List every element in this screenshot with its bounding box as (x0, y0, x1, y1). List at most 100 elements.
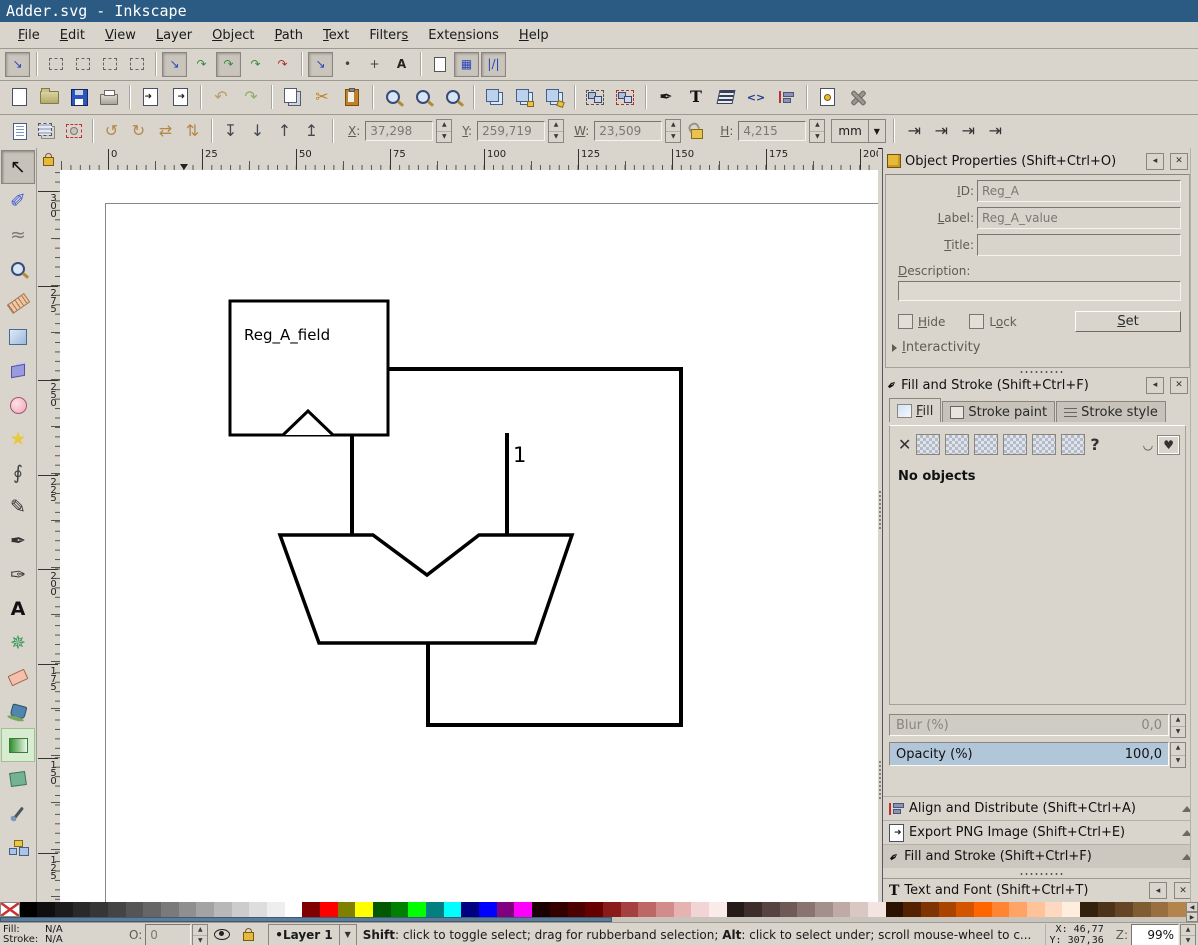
snap-nodes-button[interactable]: ↘ (162, 52, 187, 77)
rectangle-tool[interactable] (1, 320, 35, 354)
palette-swatch[interactable] (868, 902, 886, 917)
box3d-tool[interactable] (1, 354, 35, 388)
palette-swatch[interactable] (532, 902, 550, 917)
snap-others-button[interactable]: ↘ (308, 52, 333, 77)
copy-button[interactable] (278, 83, 306, 111)
palette-scroll-left-button[interactable]: ◀ (1186, 902, 1198, 912)
linear-gradient-button[interactable] (945, 434, 969, 455)
radial-gradient-button[interactable] (974, 434, 998, 455)
palette-swatch[interactable] (232, 902, 250, 917)
palette-swatch[interactable] (73, 902, 91, 917)
flip-vertical-button[interactable]: ⇅ (180, 119, 205, 144)
palette-swatch[interactable] (373, 902, 391, 917)
palette-swatch[interactable] (497, 902, 515, 917)
fill-rule-evenodd-button[interactable]: ◡ (1143, 439, 1153, 451)
label-field[interactable] (977, 207, 1181, 229)
align-distribute-dialog-button[interactable] (772, 83, 800, 111)
constant-one-label[interactable]: 1 (513, 443, 526, 467)
palette-swatch[interactable] (921, 902, 939, 917)
mesh-tool[interactable] (1, 762, 35, 796)
lock-checkbox[interactable] (969, 314, 984, 329)
zoom-field[interactable] (1131, 924, 1179, 945)
palette-swatch[interactable] (621, 902, 639, 917)
bucket-tool[interactable] (1, 694, 35, 728)
opacity-field-spinner[interactable]: ▲▼ (192, 924, 208, 945)
tab-stroke-style[interactable]: Stroke style (1056, 401, 1166, 422)
palette-swatch[interactable] (108, 902, 126, 917)
close-panel-button[interactable]: ✕ (1170, 377, 1188, 394)
ellipse-tool[interactable] (1, 388, 35, 422)
palette-swatch[interactable] (391, 902, 409, 917)
palette-swatch[interactable] (179, 902, 197, 917)
snap-cusp-nodes-button[interactable]: ↷ (243, 52, 268, 77)
text-tool[interactable]: A (1, 592, 35, 626)
palette-swatch[interactable] (267, 902, 285, 917)
interactivity-expander[interactable]: Interactivity (892, 340, 1189, 355)
palette-swatch[interactable] (143, 902, 161, 917)
palette-swatch[interactable] (126, 902, 144, 917)
snap-bounding-boxes-button[interactable] (43, 52, 68, 77)
import-button[interactable] (136, 83, 164, 111)
gradient-tool[interactable] (1, 728, 35, 762)
palette-swatch[interactable] (797, 902, 815, 917)
zoom-selection-button[interactable] (379, 83, 407, 111)
palette-swatch[interactable] (550, 902, 568, 917)
select-all-button[interactable] (7, 119, 32, 144)
palette-swatch[interactable] (603, 902, 621, 917)
reg-a-field-label[interactable]: Reg_A_field (244, 326, 330, 345)
dock-scrollbar[interactable] (1190, 148, 1198, 902)
raise-to-top-button[interactable]: ↥ (299, 119, 324, 144)
unknown-paint-button[interactable] (1061, 434, 1085, 455)
palette-swatch[interactable] (196, 902, 214, 917)
palette-swatch[interactable] (37, 902, 55, 917)
select-all-layers-button[interactable] (34, 119, 59, 144)
dock-bar-text-font[interactable]: T Text and Font (Shift+Ctrl+T) ◂ ✕ (883, 878, 1198, 902)
palette-swatch[interactable] (727, 902, 745, 917)
palette-scroll-right-button[interactable]: ▶ (1186, 912, 1198, 922)
canvas[interactable]: Reg_A_field 1 (60, 170, 878, 902)
fill-rule-nonzero-button[interactable]: ♥ (1158, 436, 1179, 454)
selector-tool[interactable]: ↖ (1, 150, 35, 184)
set-button[interactable]: Set (1075, 311, 1181, 332)
zoom-spinner[interactable]: ▲▼ (1180, 924, 1196, 945)
paste-button[interactable] (338, 83, 366, 111)
xml-editor-button[interactable]: <> (742, 83, 770, 111)
save-document-button[interactable] (65, 83, 93, 111)
layers-dialog-button[interactable] (712, 83, 740, 111)
palette-swatch[interactable] (355, 902, 373, 917)
calligraphy-tool[interactable]: ✑ (1, 558, 35, 592)
move-patterns-toggle-button[interactable]: ⇥ (983, 119, 1008, 144)
w-spinner[interactable]: ▲▼ (665, 119, 681, 143)
pattern-button[interactable] (1003, 434, 1027, 455)
palette-swatch[interactable] (1098, 902, 1116, 917)
x-field[interactable] (365, 121, 433, 141)
menu-filters[interactable]: Filters (359, 25, 418, 46)
palette-swatch[interactable] (302, 902, 320, 917)
palette-swatch[interactable] (585, 902, 603, 917)
panel-drag-handle[interactable] (1019, 872, 1063, 876)
move-corners-toggle-button[interactable]: ⇥ (929, 119, 954, 144)
palette-swatch[interactable] (1080, 902, 1098, 917)
menu-extensions[interactable]: Extensions (418, 25, 509, 46)
vertical-ruler[interactable]: 300275250225200175150125 (37, 170, 61, 902)
h-spinner[interactable]: ▲▼ (809, 119, 825, 143)
no-paint-button[interactable]: ✕ (898, 437, 911, 453)
title-bar[interactable]: Adder.svg - Inkscape (0, 0, 1198, 22)
snap-smooth-nodes-button[interactable]: ↷ (270, 52, 295, 77)
cut-button[interactable]: ✂ (308, 83, 336, 111)
horizontal-ruler[interactable]: 0255075100125150175200 (60, 148, 878, 171)
h-field[interactable] (738, 121, 806, 141)
print-document-button[interactable] (95, 83, 123, 111)
object-properties-header[interactable]: Object Properties (Shift+Ctrl+O) ◂ ✕ (885, 150, 1190, 172)
spray-tool[interactable]: ✵ (1, 626, 35, 660)
palette-swatch[interactable] (514, 902, 532, 917)
preferences-button[interactable] (843, 83, 871, 111)
move-gradients-toggle-button[interactable]: ⇥ (956, 119, 981, 144)
palette-swatch[interactable] (338, 902, 356, 917)
palette-swatch[interactable] (90, 902, 108, 917)
snap-page-border-button[interactable] (427, 52, 452, 77)
palette-swatch[interactable] (408, 902, 426, 917)
export-png-button[interactable] (166, 83, 194, 111)
snap-object-centers-button[interactable]: • (335, 52, 360, 77)
zoom-page-button[interactable] (439, 83, 467, 111)
